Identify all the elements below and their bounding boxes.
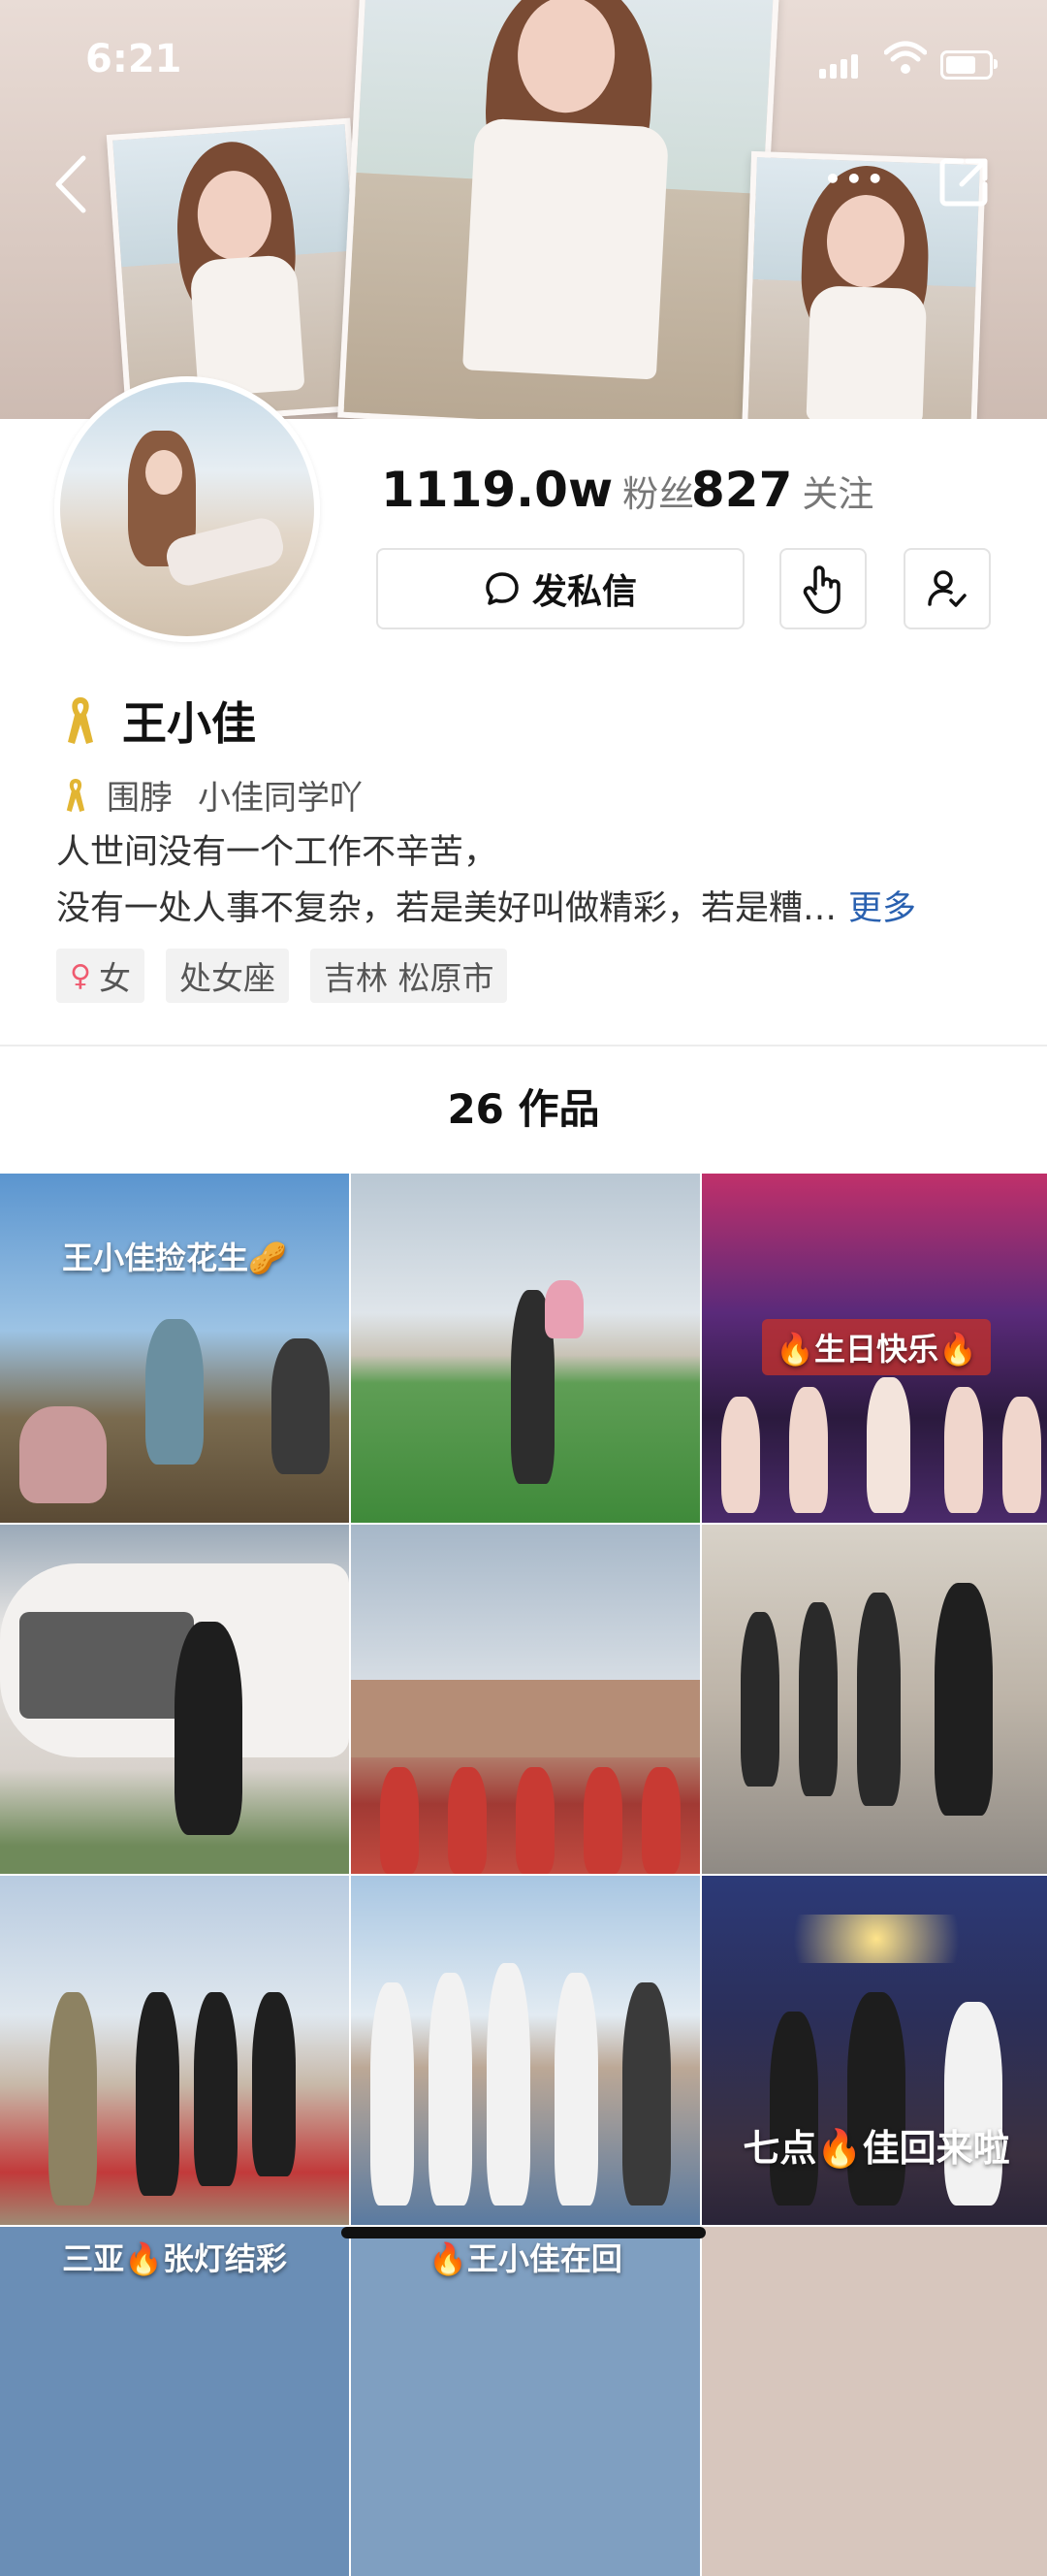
poke-button[interactable]	[779, 548, 867, 629]
home-indicator[interactable]	[341, 2227, 706, 2238]
followers-stat[interactable]: 1119.0w 粉丝	[381, 462, 694, 518]
video-caption: 三亚🔥张灯结彩	[62, 2240, 287, 2277]
video-caption: 🔥王小佳在回	[428, 2240, 622, 2277]
weibo-name: 小佳同学吖	[198, 779, 363, 818]
profile-name: 王小佳	[122, 697, 256, 750]
battery-icon	[940, 50, 998, 80]
video-thumbnail[interactable]	[0, 1525, 349, 1874]
tag-label: 女	[98, 959, 131, 997]
gender-tag: ♀ 女	[56, 949, 144, 1003]
tag-label: 处女座	[178, 959, 275, 997]
bio-line: 人世间没有一个工作不辛苦，	[56, 833, 498, 872]
video-caption: 🔥生日快乐🔥	[702, 1319, 1047, 1375]
works-tab[interactable]: 26 作品	[0, 1077, 1047, 1136]
chevron-left-icon[interactable]	[47, 150, 95, 218]
status-time: 6:21	[85, 37, 182, 81]
profile-bio: 人世间没有一个工作不辛苦， 没有一处人事不复杂，若是美好叫做精彩，若是糟… 更多	[56, 824, 916, 937]
video-thumbnail[interactable]	[351, 1876, 700, 2225]
video-thumbnail[interactable]	[702, 1525, 1047, 1874]
profile-tags: ♀ 女 处女座 吉林 松原市	[56, 949, 528, 1003]
video-thumbnail[interactable]	[0, 1876, 349, 2225]
send-message-label: 发私信	[531, 572, 637, 612]
video-thumbnail[interactable]: 七点🔥佳回来啦	[702, 1876, 1047, 2225]
gold-ribbon-icon	[68, 697, 93, 744]
status-bar: 6:21	[0, 0, 1047, 126]
divider	[0, 1045, 1047, 1046]
works-count: 26	[447, 1085, 504, 1133]
video-thumbnail[interactable]	[351, 1525, 700, 1874]
signal-icon	[819, 54, 862, 79]
video-thumbnail[interactable]: 三亚🔥张灯结彩	[0, 2227, 349, 2576]
avatar[interactable]	[54, 376, 320, 642]
works-label: 作品	[518, 1085, 600, 1133]
followers-count: 1119.0w	[381, 462, 614, 518]
banner-photo	[106, 117, 371, 419]
zodiac-tag: 处女座	[165, 949, 289, 1003]
following-count: 827	[691, 462, 793, 518]
profile-banner: 6:21 •••	[0, 0, 1047, 419]
more-dots-icon[interactable]: •••	[824, 166, 884, 193]
wifi-icon	[884, 41, 927, 74]
bio-more-link[interactable]: 更多	[848, 889, 916, 928]
followers-label: 粉丝	[622, 473, 695, 515]
following-stat[interactable]: 827 关注	[691, 462, 873, 518]
video-thumbnail[interactable]	[702, 2227, 1047, 2576]
gold-ribbon-icon	[66, 778, 85, 812]
tap-hand-icon	[803, 565, 841, 614]
bio-line: 没有一处人事不复杂，若是美好叫做精彩，若是糟…	[56, 889, 838, 928]
weibo-row[interactable]: 围脖 小佳同学吖	[64, 771, 363, 819]
video-thumbnail[interactable]: 王小佳捡花生🥜	[0, 1174, 349, 1523]
video-caption: 王小佳捡花生🥜	[62, 1240, 287, 1276]
profile-name-row: 王小佳	[64, 687, 256, 755]
user-check-icon	[928, 570, 967, 607]
share-icon[interactable]	[938, 155, 991, 208]
location-tag: 吉林 松原市	[309, 949, 508, 1003]
send-message-button[interactable]: 发私信	[376, 548, 745, 629]
video-thumbnail[interactable]: 🔥王小佳在回	[351, 2227, 700, 2576]
tag-label: 吉林 松原市	[323, 959, 494, 997]
video-thumbnail[interactable]	[351, 1174, 700, 1523]
female-icon: ♀	[70, 958, 91, 993]
chat-bubble-icon	[486, 572, 519, 605]
following-label: 关注	[802, 473, 874, 515]
weibo-label: 围脖	[107, 779, 173, 818]
video-thumbnail[interactable]: 🔥生日快乐🔥	[702, 1174, 1047, 1523]
video-caption: 七点🔥佳回来啦	[743, 2127, 1010, 2170]
follow-user-button[interactable]	[904, 548, 991, 629]
